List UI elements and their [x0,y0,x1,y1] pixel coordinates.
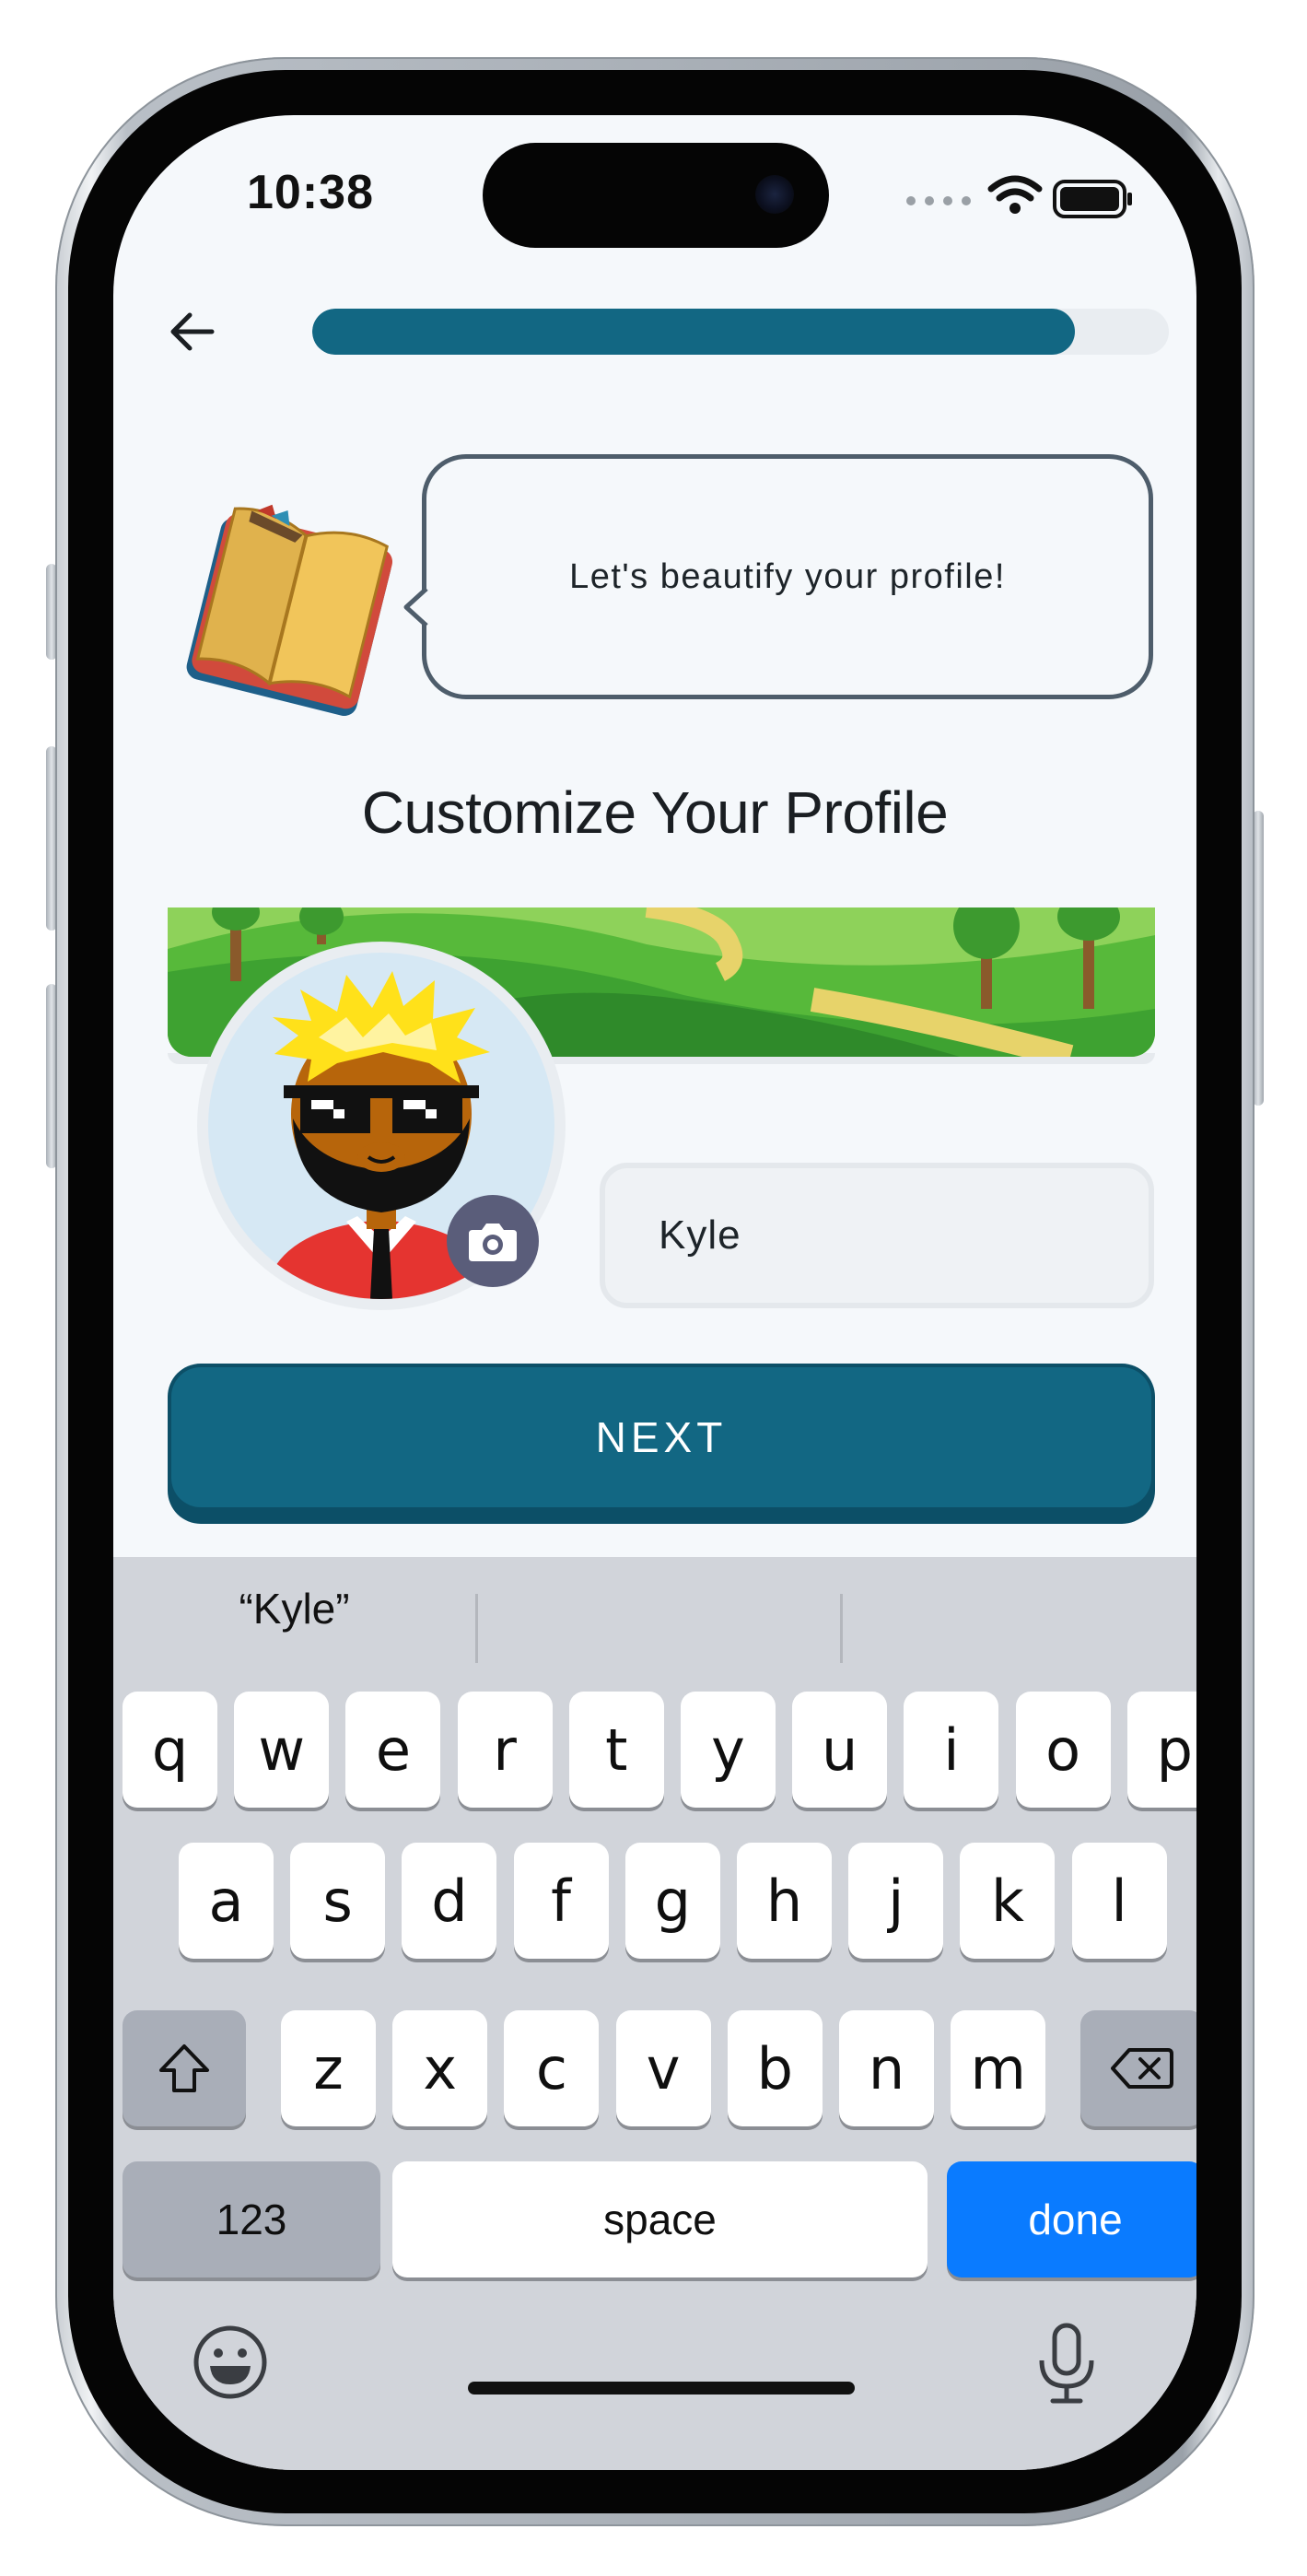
key-l[interactable]: l [1071,1843,1167,1959]
battery-icon [1053,180,1132,218]
key-k[interactable]: k [960,1843,1056,1959]
key-q[interactable]: q [123,1692,217,1808]
shift-key[interactable] [123,2010,246,2126]
key-u[interactable]: u [792,1692,888,1808]
signal-icon [906,196,971,205]
name-field[interactable] [600,1163,1154,1308]
suggestion-3[interactable] [843,1557,1196,1660]
key-r[interactable]: r [457,1692,553,1808]
shift-icon [159,2044,209,2092]
status-icons [906,175,1132,218]
dynamic-island [483,143,829,248]
key-a[interactable]: a [179,1843,274,1959]
space-key[interactable]: space [392,2161,928,2277]
key-z[interactable]: z [281,2010,376,2126]
microphone-icon[interactable] [1034,2320,1099,2406]
key-o[interactable]: o [1015,1692,1111,1808]
key-h[interactable]: h [737,1843,832,1959]
wifi-icon [987,175,1043,202]
key-y[interactable]: y [681,1692,776,1808]
next-button[interactable]: NEXT [168,1364,1155,1524]
page-title: Customize Your Profile [361,779,949,846]
key-x[interactable]: x [392,2010,488,2126]
key-i[interactable]: i [904,1692,999,1808]
numbers-key[interactable]: 123 [123,2161,380,2277]
key-p[interactable]: p [1126,1692,1196,1808]
status-time: 10:38 [247,166,374,219]
key-v[interactable]: v [615,2010,711,2126]
key-b[interactable]: b [727,2010,823,2126]
key-s[interactable]: s [290,1843,386,1959]
wifi-dot-icon [1009,203,1021,214]
progress-bar [312,309,1169,355]
home-indicator[interactable] [468,2382,855,2395]
key-m[interactable]: m [951,2010,1046,2126]
screen: 10:38 Let's beautify your profile! Custo… [113,115,1196,2470]
name-input[interactable] [605,1168,1149,1303]
done-key[interactable]: done [947,2161,1196,2277]
speech-bubble-text: Let's beautify your profile! [569,556,1006,596]
key-g[interactable]: g [624,1843,720,1959]
change-photo-button[interactable] [447,1195,539,1287]
key-e[interactable]: e [345,1692,441,1808]
front-camera [755,175,794,214]
key-j[interactable]: j [848,1843,944,1959]
key-w[interactable]: w [234,1692,330,1808]
book-mascot-icon [186,504,393,717]
delete-key[interactable] [1080,2010,1196,2126]
back-arrow-icon [170,312,215,351]
backspace-icon [1111,2048,1173,2089]
back-button[interactable] [159,299,224,364]
progress-fill [312,309,1075,355]
key-d[interactable]: d [402,1843,497,1959]
next-button-label: NEXT [595,1413,728,1461]
key-t[interactable]: t [568,1692,664,1808]
suggestion-1[interactable]: “Kyle” [113,1557,475,1660]
camera-icon [469,1224,517,1261]
speech-bubble-tail [403,589,431,626]
key-c[interactable]: c [504,2010,600,2126]
next-button-face: NEXT [171,1367,1151,1507]
keyboard: “Kyle” qwertyuiop asdfghjkl zxcvbnm 123 sp… [113,1557,1196,2470]
key-n[interactable]: n [839,2010,934,2126]
speech-bubble: Let's beautify your profile! [422,454,1153,699]
suggestion-2[interactable] [478,1557,840,1660]
emoji-icon[interactable] [192,2324,269,2401]
key-f[interactable]: f [513,1843,609,1959]
